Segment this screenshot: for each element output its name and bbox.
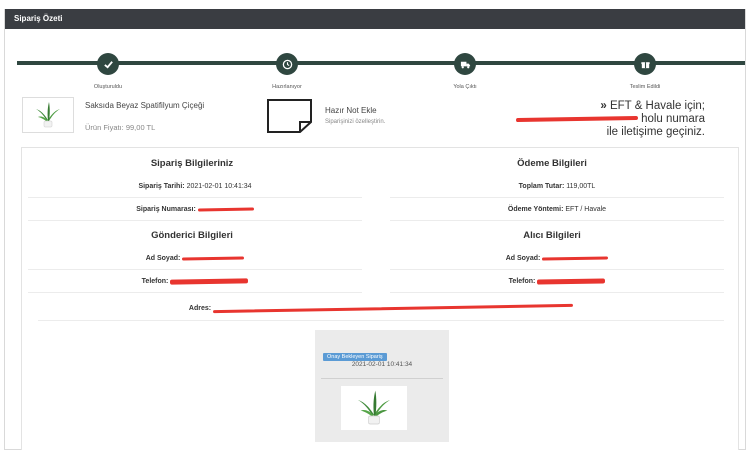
order-summary-panel: Sipariş Özeti Oluşturuldu Hazırlanıyor Y… xyxy=(4,9,746,450)
eft-line-1: EFT & Havale için; xyxy=(609,100,705,112)
step-label: Hazırlanıyor xyxy=(272,84,302,90)
gift-icon xyxy=(634,53,656,75)
payment-method-value: EFT / Havale xyxy=(565,206,607,213)
order-date-value: 2021-02-01 10:41:34 xyxy=(186,183,252,190)
payment-method-label: Ödeme Yöntemi: xyxy=(507,206,564,213)
plant-icon xyxy=(358,390,390,425)
redacted-recipient-phone xyxy=(537,278,606,285)
status-product-image[interactable] xyxy=(341,386,407,430)
card-divider xyxy=(321,378,443,379)
eft-line-3: ile iletişime geçiniz. xyxy=(606,126,705,138)
add-note-subtitle: Siparişinizi özelleştirin. xyxy=(325,119,386,125)
order-info-title: Sipariş Bilgileriniz xyxy=(150,158,234,169)
recipient-name-label: Ad Soyad: xyxy=(505,255,541,262)
total-label: Toplam Tutar: xyxy=(518,183,565,190)
total-value: 119,00TL xyxy=(566,183,596,190)
step-delivered: Teslim Edildi xyxy=(595,53,695,90)
truck-icon xyxy=(454,53,476,75)
recipient-phone-label: Telefon: xyxy=(508,278,536,285)
redacted-recipient-name xyxy=(542,256,609,261)
product-name[interactable]: Saksıda Beyaz Spatifilyum Çiçeği xyxy=(85,101,235,111)
note-add-icon[interactable] xyxy=(267,99,313,138)
status-date: 2021-02-01 10:41:34 xyxy=(351,361,413,368)
order-date-label: Sipariş Tarihi: xyxy=(138,183,185,190)
step-label: Teslim Edildi xyxy=(629,84,661,90)
product-price: Ürün Fiyatı: 99,00 TL xyxy=(85,123,156,132)
step-preparing: Hazırlanıyor xyxy=(237,53,337,90)
sender-info-title: Gönderici Bilgileri xyxy=(151,230,233,241)
double-chevron-icon: » xyxy=(600,100,607,112)
product-thumbnail[interactable] xyxy=(22,97,74,133)
status-badge: Onay Bekleyen Sipariş xyxy=(323,353,387,361)
add-note-title[interactable]: Hazır Not Ekle xyxy=(325,106,377,115)
order-status-card: Onay Bekleyen Sipariş 2021-02-01 10:41:3… xyxy=(315,330,449,442)
step-label: Yola Çıktı xyxy=(453,84,477,90)
order-info-box: Sipariş Bilgileriniz Ödeme Bilgileri Sip… xyxy=(21,147,739,450)
order-number-row: Sipariş Numarası: xyxy=(28,198,362,221)
redacted-sender-name xyxy=(182,256,245,261)
recipient-info-title: Alıcı Bilgileri xyxy=(523,230,581,241)
sender-phone-row: Telefon: xyxy=(28,270,362,293)
check-icon xyxy=(97,53,119,75)
order-date-row: Sipariş Tarihi: 2021-02-01 10:41:34 xyxy=(28,175,362,198)
panel-title: Sipariş Özeti xyxy=(5,9,745,29)
recipient-phone-row: Telefon: xyxy=(390,270,724,293)
eft-info: » EFT & Havale için; holu numara ile ile… xyxy=(505,100,705,139)
redacted-sender-phone xyxy=(170,277,249,285)
total-row: Toplam Tutar: 119,00TL xyxy=(390,175,724,198)
clock-icon xyxy=(276,53,298,75)
eft-line-2: holu numara xyxy=(641,113,705,125)
payment-info-title: Ödeme Bilgileri xyxy=(517,158,587,169)
recipient-name-row: Ad Soyad: xyxy=(390,247,724,270)
plant-icon xyxy=(36,102,60,128)
sender-phone-label: Telefon: xyxy=(141,278,169,285)
sender-name-label: Ad Soyad: xyxy=(145,255,181,262)
redacted-address xyxy=(213,303,574,313)
step-shipped: Yola Çıktı xyxy=(415,53,515,90)
payment-method-row: Ödeme Yöntemi: EFT / Havale xyxy=(390,198,724,221)
address-row: Adres: xyxy=(38,297,724,321)
order-number-label: Sipariş Numarası: xyxy=(136,206,196,213)
order-summary-page: Sipariş Özeti Oluşturuldu Hazırlanıyor Y… xyxy=(0,0,750,450)
sender-name-row: Ad Soyad: xyxy=(28,247,362,270)
address-label: Adres: xyxy=(188,305,212,312)
step-label: Oluşturuldu xyxy=(93,84,123,90)
redacted-phone xyxy=(515,115,638,123)
step-created: Oluşturuldu xyxy=(58,53,158,90)
redacted-order-number xyxy=(197,207,254,212)
